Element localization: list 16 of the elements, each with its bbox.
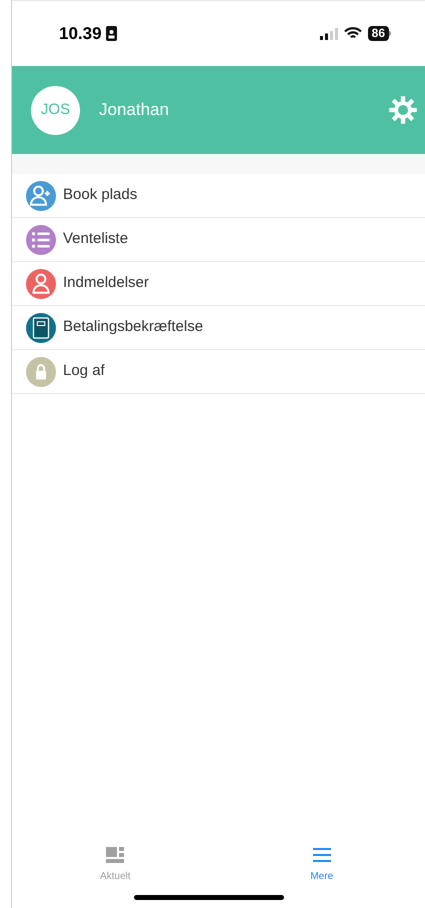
avatar: JOS [31,86,80,134]
menu-item[interactable]: Book plads [12,174,425,218]
dashboard-icon [106,846,124,862]
signal-icon [320,28,338,40]
tab[interactable]: Mere [218,840,425,890]
menu-item[interactable]: Venteliste [12,218,425,262]
status-time: 10.39 [59,22,102,45]
contact-card-icon [106,26,117,41]
wifi-icon [344,27,362,40]
menu-item[interactable]: Log af [12,350,425,394]
menu-item[interactable]: Betalingsbekræftelse [12,306,425,350]
menu-icon [312,846,331,862]
user-name: Jonathan [99,99,170,122]
menu-item[interactable]: Indmeldelser [12,262,425,306]
settings-icon[interactable] [388,95,418,125]
battery-indicator: 86 [368,26,391,41]
